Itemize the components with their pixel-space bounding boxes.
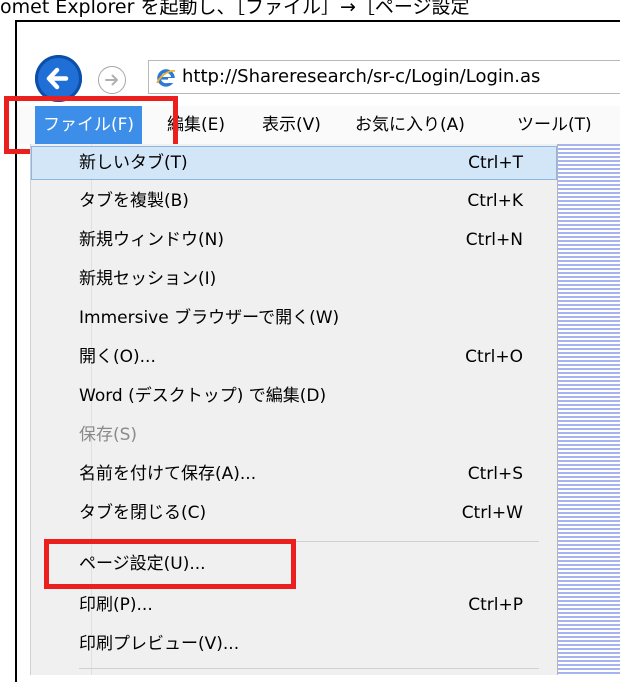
menu-item-new-tab[interactable]: 新しいタブ(T) Ctrl+T xyxy=(31,146,557,180)
address-url: http://Shareresearch/sr-c/Login/Login.as xyxy=(182,66,541,87)
menu-item-edit-in-word[interactable]: Word (デスクトップ) で編集(D) xyxy=(31,379,557,413)
menu-item-duplicate-tab[interactable]: タブを複製(B) Ctrl+K xyxy=(31,184,557,218)
menu-item-print-preview[interactable]: 印刷プレビュー(V)... xyxy=(31,627,557,661)
ie-logo-icon xyxy=(156,69,176,87)
back-arrow-icon xyxy=(46,67,69,90)
menu-view[interactable]: 表示(V) xyxy=(254,106,329,144)
instruction-caption: omet Explorer を起動し、［ファイル］→［ページ設定 xyxy=(0,0,470,18)
back-button[interactable] xyxy=(35,55,82,102)
menu-item-close-tab[interactable]: タブを閉じる(C) Ctrl+W xyxy=(31,496,557,530)
menu-tools[interactable]: ツール(T) xyxy=(509,106,600,144)
page-setup-highlight-box xyxy=(44,539,296,589)
page-content xyxy=(558,144,620,675)
menu-item-open[interactable]: 開く(O)... Ctrl+O xyxy=(31,340,557,374)
menu-item-new-window[interactable]: 新規ウィンドウ(N) Ctrl+N xyxy=(31,223,557,257)
menu-item-new-session[interactable]: 新規セッション(I) xyxy=(31,262,557,296)
address-bar[interactable]: http://Shareresearch/sr-c/Login/Login.as xyxy=(148,60,620,94)
forward-button[interactable] xyxy=(98,66,126,94)
menu-item-save: 保存(S) xyxy=(79,425,138,445)
menu-separator xyxy=(79,668,539,669)
file-dropdown-menu: 新しいタブ(T) Ctrl+T タブを複製(B) Ctrl+K 新規ウィンドウ(… xyxy=(30,144,558,675)
menu-item-immersive-browser[interactable]: Immersive ブラウザーで開く(W) xyxy=(31,301,557,335)
menu-item-print[interactable]: 印刷(P)... Ctrl+P xyxy=(31,588,557,622)
menu-item-save-as[interactable]: 名前を付けて保存(A)... Ctrl+S xyxy=(31,457,557,491)
menu-favorites[interactable]: お気に入り(A) xyxy=(347,106,473,144)
forward-arrow-icon xyxy=(105,74,118,86)
